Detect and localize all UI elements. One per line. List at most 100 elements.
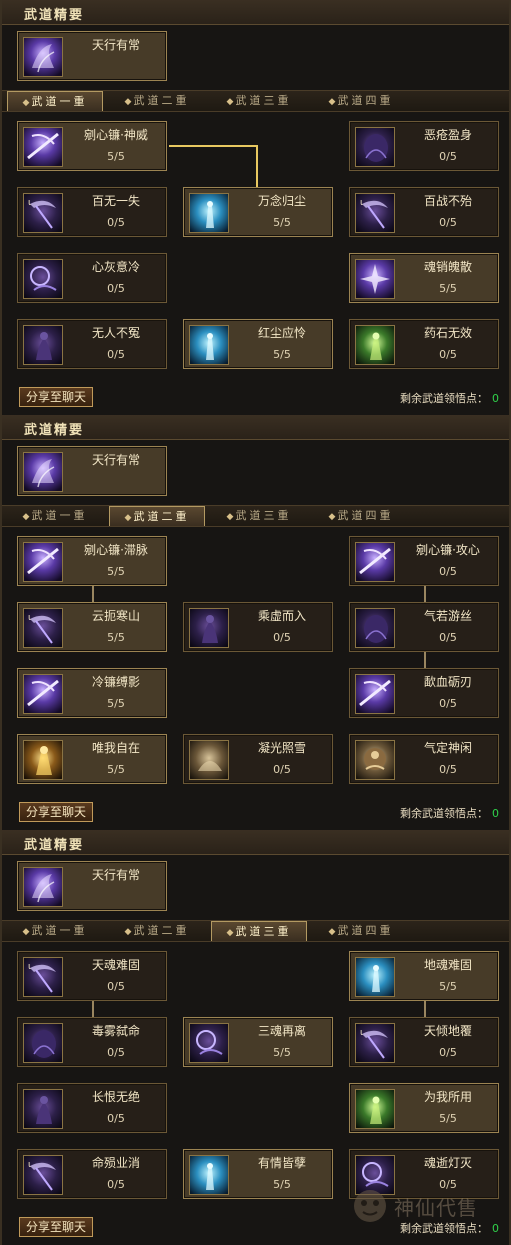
diamond-icon: ◆ [124,927,132,937]
skill-name: 地魂难固 [423,958,472,972]
tab-tier-3[interactable]: ◆ 武道三重 [211,91,307,111]
skill-points: 5/5 [107,697,125,710]
sickle-slash-icon [355,542,395,582]
diamond-icon: ◆ [328,97,336,107]
skill-card[interactable]: 天倾地覆 0/5 [349,1017,499,1067]
skill-card[interactable]: 红尘应怜 5/5 [183,319,333,369]
skill-card[interactable]: 歃血砺刃 0/5 [349,668,499,718]
tab-label: 武道二重 [133,924,190,937]
skill-name: 气定神闲 [423,741,472,755]
skill-name: 命殒业消 [91,1156,140,1170]
skill-card[interactable]: 凝光照雪 0/5 [183,734,333,784]
skill-card[interactable]: 无人不冤 0/5 [17,319,167,369]
skill-points: 0/5 [107,980,125,993]
tab-tier-1[interactable]: ◆ 武道一重 [7,506,103,526]
tab-tier-4[interactable]: ◆ 武道四重 [313,91,409,111]
skill-card[interactable]: 唯我自在 5/5 [17,734,167,784]
skill-card[interactable]: 恶疮盈身 0/5 [349,121,499,171]
diamond-icon: ◆ [328,927,336,937]
skill-name: 红尘应怜 [257,326,306,340]
share-to-chat-button[interactable]: 分享至聊天 [19,1217,93,1237]
skill-card[interactable]: 长恨无绝 0/5 [17,1083,167,1133]
sickle-slash-icon [23,127,63,167]
shadow-figure-icon [23,325,63,365]
skill-name: 有情皆孽 [257,1156,306,1170]
tab-tier-3[interactable]: ◆ 武道三重 [211,921,307,941]
skill-card[interactable]: 心灰意冷 0/5 [17,253,167,303]
talent-panel-3: 武道精要 天行有常 ◆ 武道一重 ◆ 武道二重 ◆ 武道三重 ◆ 武道四重 天魂难固 0/5 地魂难固 5… [0,830,511,1245]
skill-points: 5/5 [273,1178,291,1191]
essential-skill-card[interactable]: 天行有常 [17,446,167,496]
tab-tier-2[interactable]: ◆ 武道二重 [109,91,205,111]
skill-card[interactable]: 百战不殆 0/5 [349,187,499,237]
skill-card[interactable]: 毒雾弑命 0/5 [17,1017,167,1067]
essential-skill-card[interactable]: 天行有常 [17,861,167,911]
skill-points: 5/5 [439,1112,457,1125]
skill-points: 0/5 [107,216,125,229]
skill-card[interactable]: 气定神闲 0/5 [349,734,499,784]
section-title: 武道精要 [24,423,85,438]
tab-label: 武道一重 [31,924,88,937]
skill-card[interactable]: 有情皆孽 5/5 [183,1149,333,1199]
skill-card[interactable]: 三魂再离 5/5 [183,1017,333,1067]
sickle-icon [355,193,395,233]
skill-points: 0/5 [439,150,457,163]
sickle-icon [23,957,63,997]
skill-card[interactable]: 云扼寒山 5/5 [17,602,167,652]
essential-skill-name: 天行有常 [91,868,140,882]
skill-card[interactable]: 百无一失 0/5 [17,187,167,237]
skill-card[interactable]: 命殒业消 0/5 [17,1149,167,1199]
tab-tier-1[interactable]: ◆ 武道一重 [7,921,103,941]
diamond-icon: ◆ [22,512,30,522]
skill-card[interactable]: 冷镰缚影 5/5 [17,668,167,718]
skill-points: 5/5 [273,348,291,361]
sickle-slash-icon [23,674,63,714]
skill-card[interactable]: 剜心镰·攻心 0/5 [349,536,499,586]
skill-name: 云扼寒山 [91,609,140,623]
tab-label: 武道一重 [31,95,88,108]
skill-points: 5/5 [107,763,125,776]
sickle-icon [355,1023,395,1063]
skill-name: 恶疮盈身 [423,128,472,142]
skill-card[interactable]: 万念归尘 5/5 [183,187,333,237]
dark-orb-icon [189,1023,229,1063]
green-figure-icon [355,325,395,365]
skill-card[interactable]: 剜心镰·滞脉 5/5 [17,536,167,586]
skill-name: 唯我自在 [91,741,140,755]
skill-card[interactable]: 魂销魄散 5/5 [349,253,499,303]
skill-points: 0/5 [273,763,291,776]
tab-tier-3[interactable]: ◆ 武道三重 [211,506,307,526]
skill-card[interactable]: 气若游丝 0/5 [349,602,499,652]
diamond-icon: ◆ [124,97,132,107]
tab-label: 武道三重 [235,94,292,107]
skill-points: 0/5 [439,216,457,229]
tab-tier-1[interactable]: ◆ 武道一重 [7,91,103,111]
skill-card[interactable]: 天魂难固 0/5 [17,951,167,1001]
skill-card[interactable]: 药石无效 0/5 [349,319,499,369]
skill-points: 5/5 [107,150,125,163]
skill-card[interactable]: 为我所用 5/5 [349,1083,499,1133]
skill-connector-line [424,652,426,668]
tab-tier-4[interactable]: ◆ 武道四重 [313,921,409,941]
essential-skill-name: 天行有常 [91,453,140,467]
soul-burst-icon [355,259,395,299]
skill-name: 天魂难固 [91,958,140,972]
tab-tier-2[interactable]: ◆ 武道二重 [109,921,205,941]
skill-card[interactable]: 乘虚而入 0/5 [183,602,333,652]
diamond-icon: ◆ [328,512,336,522]
skill-points: 0/5 [439,763,457,776]
tab-tier-4[interactable]: ◆ 武道四重 [313,506,409,526]
share-to-chat-button[interactable]: 分享至聊天 [19,802,93,822]
diamond-icon: ◆ [22,98,30,108]
essential-skill-card[interactable]: 天行有常 [17,31,167,81]
skill-connector-line [169,145,257,147]
tab-tier-2[interactable]: ◆ 武道二重 [109,506,205,526]
skill-name: 歃血砺刃 [423,675,472,689]
share-to-chat-button[interactable]: 分享至聊天 [19,387,93,407]
tab-label: 武道二重 [133,510,190,523]
skill-card[interactable]: 剜心镰·神威 5/5 [17,121,167,171]
diamond-icon: ◆ [124,513,132,523]
tab-label: 武道四重 [337,94,394,107]
skill-card[interactable]: 地魂难固 5/5 [349,951,499,1001]
poison-figure-icon [355,608,395,648]
